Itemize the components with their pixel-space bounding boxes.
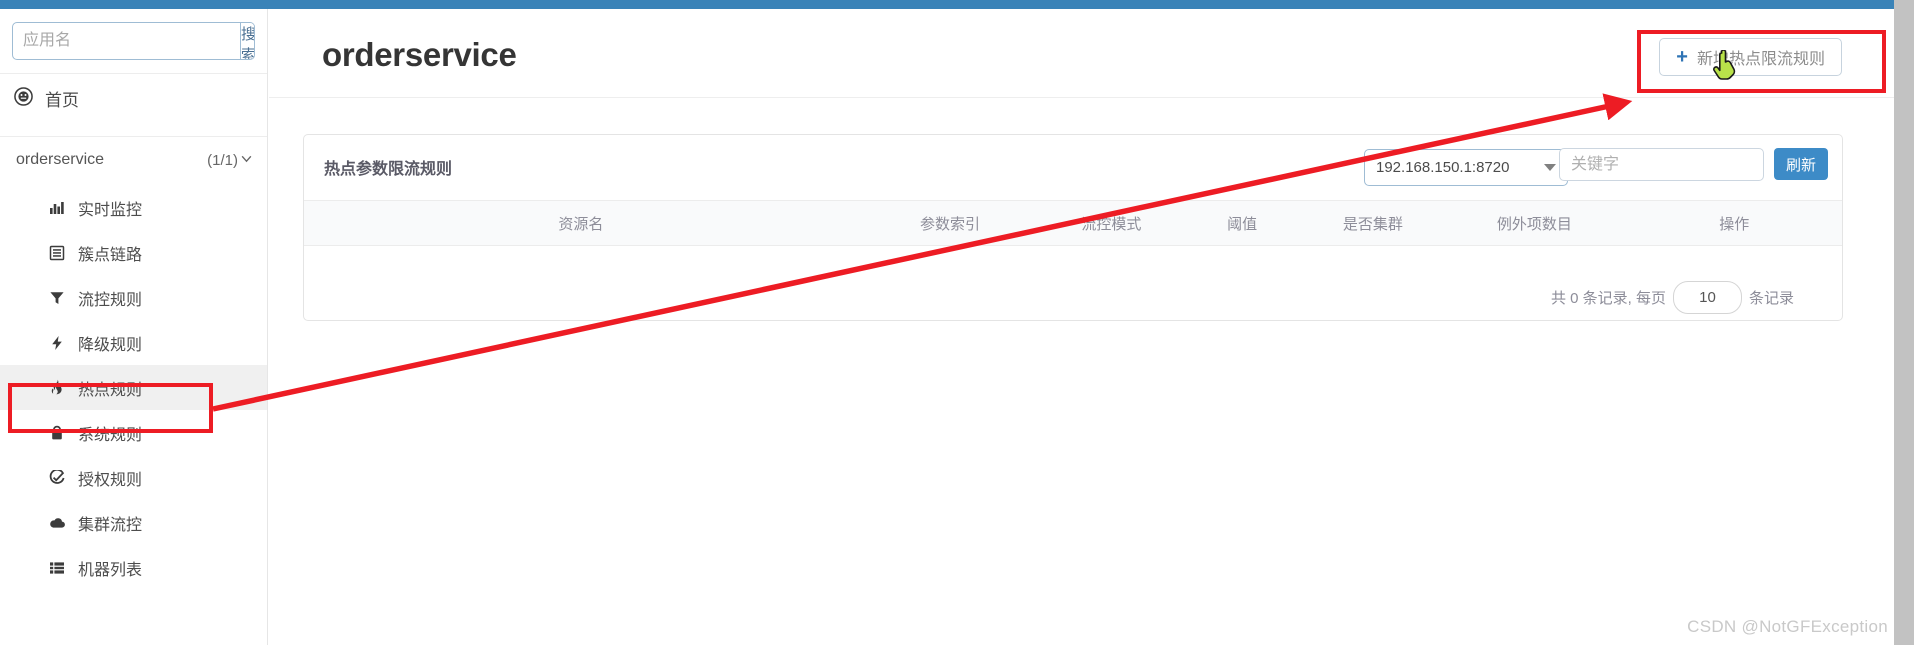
sidebar-item-home-label: 首页 (45, 91, 79, 110)
add-hotspot-rule-button[interactable]: + 新增热点限流规则 (1659, 38, 1842, 76)
fire-icon (47, 379, 67, 396)
sidebar-item-flow-rules[interactable]: 流控规则 (0, 275, 267, 320)
sidebar-item-label: 流控规则 (78, 291, 143, 309)
page-scrollbar-track[interactable] (1894, 0, 1914, 645)
funnel-icon (47, 290, 67, 306)
machine-select[interactable]: 192.168.150.1:8720 (1364, 149, 1568, 186)
sidebar-item-label: 授权规则 (78, 471, 143, 489)
dashboard-icon (14, 86, 33, 111)
sidebar-app-group-count-wrap: (1/1) (207, 152, 253, 169)
sidebar-item-realtime-monitor[interactable]: 实时监控 (0, 185, 267, 230)
sidebar: 搜索 首页 orderservice (1/1) (0, 9, 268, 645)
page-header: orderservice + 新增热点限流规则 (269, 9, 1894, 98)
hotspot-rules-card: 热点参数限流规则 192.168.150.1:8720 刷新 资源名 参数索引 (303, 134, 1843, 321)
table-empty-row (304, 246, 1842, 275)
sidebar-item-authority-rules[interactable]: 授权规则 (0, 455, 267, 500)
sidebar-menu: 实时监控 簇点链路 流控规则 降级规则 热点规则 系统规则 授权规则 集群流控 … (0, 183, 267, 590)
table-empty-cell (304, 246, 1842, 275)
plus-icon: + (1676, 46, 1688, 68)
sidebar-item-hotspot-rules[interactable]: 热点规则 (0, 365, 267, 410)
pagination-prefix: 共 0 条记录, 每页 (1550, 289, 1666, 307)
check-circle-icon (47, 469, 67, 486)
search-button[interactable]: 搜索 (240, 23, 254, 59)
pagination-suffix: 条记录 (1748, 289, 1794, 307)
main-content: orderservice + 新增热点限流规则 热点参数限流规则 192.168… (269, 9, 1894, 645)
column-header-is-cluster: 是否集群 (1303, 200, 1443, 246)
watermark: CSDN @NotGFException (1687, 617, 1888, 636)
page-title: orderservice (322, 36, 517, 73)
card-toolbar: 热点参数限流规则 192.168.150.1:8720 刷新 (304, 135, 1842, 200)
bolt-icon (47, 335, 67, 351)
sidebar-item-label: 机器列表 (78, 561, 143, 579)
sidebar-item-machine-list[interactable]: 机器列表 (0, 545, 267, 590)
sentinel-dashboard-page: 搜索 首页 orderservice (1/1) (0, 0, 1914, 645)
column-header-resource: 资源名 (304, 200, 858, 246)
chevron-down-icon (240, 152, 253, 169)
caret-down-icon (1544, 164, 1556, 171)
bar-chart-icon (47, 200, 67, 216)
sidebar-item-label: 实时监控 (78, 201, 143, 219)
hotspot-rules-table: 资源名 参数索引 流控模式 阈值 是否集群 例外项数目 操作 (304, 200, 1842, 274)
server-list-icon (47, 560, 67, 576)
table-head: 资源名 参数索引 流控模式 阈值 是否集群 例外项数目 操作 (304, 200, 1842, 246)
search-input[interactable] (13, 23, 240, 59)
column-header-actions: 操作 (1626, 200, 1842, 246)
sidebar-item-degrade-rules[interactable]: 降级规则 (0, 320, 267, 365)
app-search-group: 搜索 (12, 22, 255, 60)
machine-select-value: 192.168.150.1:8720 (1376, 159, 1510, 176)
sidebar-item-label: 集群流控 (78, 516, 143, 534)
keyword-input[interactable] (1559, 148, 1764, 181)
sidebar-item-cluster-link[interactable]: 簇点链路 (0, 230, 267, 275)
page-size-input[interactable] (1672, 280, 1742, 314)
top-accent-bar (0, 0, 1894, 9)
sidebar-item-label: 簇点链路 (78, 246, 143, 264)
column-header-param-index: 参数索引 (857, 200, 1043, 246)
sidebar-item-system-rules[interactable]: 系统规则 (0, 410, 267, 455)
sidebar-item-label: 热点规则 (78, 381, 143, 399)
lock-icon (47, 425, 67, 441)
table-body (304, 246, 1842, 275)
table-header-row: 资源名 参数索引 流控模式 阈值 是否集群 例外项数目 操作 (304, 200, 1842, 246)
page-scrollbar-thumb[interactable] (1894, 0, 1914, 645)
sidebar-item-cluster-flow[interactable]: 集群流控 (0, 500, 267, 545)
sidebar-app-group-count: (1/1) (207, 151, 238, 169)
sidebar-app-group-name: orderservice (16, 151, 105, 168)
column-header-flow-mode: 流控模式 (1042, 200, 1181, 246)
cloud-icon (47, 516, 67, 530)
pagination: 共 0 条记录, 每页 条记录 (304, 274, 1842, 320)
card-title: 热点参数限流规则 (324, 161, 453, 178)
sidebar-item-label: 降级规则 (78, 336, 143, 354)
refresh-button[interactable]: 刷新 (1774, 148, 1828, 180)
add-hotspot-rule-button-label: 新增热点限流规则 (1696, 51, 1825, 68)
sidebar-app-group-orderservice[interactable]: orderservice (1/1) (0, 137, 267, 183)
sidebar-item-label: 系统规则 (78, 426, 143, 444)
column-header-threshold: 阈值 (1180, 200, 1304, 246)
list-panel-icon (47, 245, 67, 261)
column-header-exception-count: 例外项数目 (1442, 200, 1627, 246)
sidebar-item-home[interactable]: 首页 (0, 74, 267, 123)
